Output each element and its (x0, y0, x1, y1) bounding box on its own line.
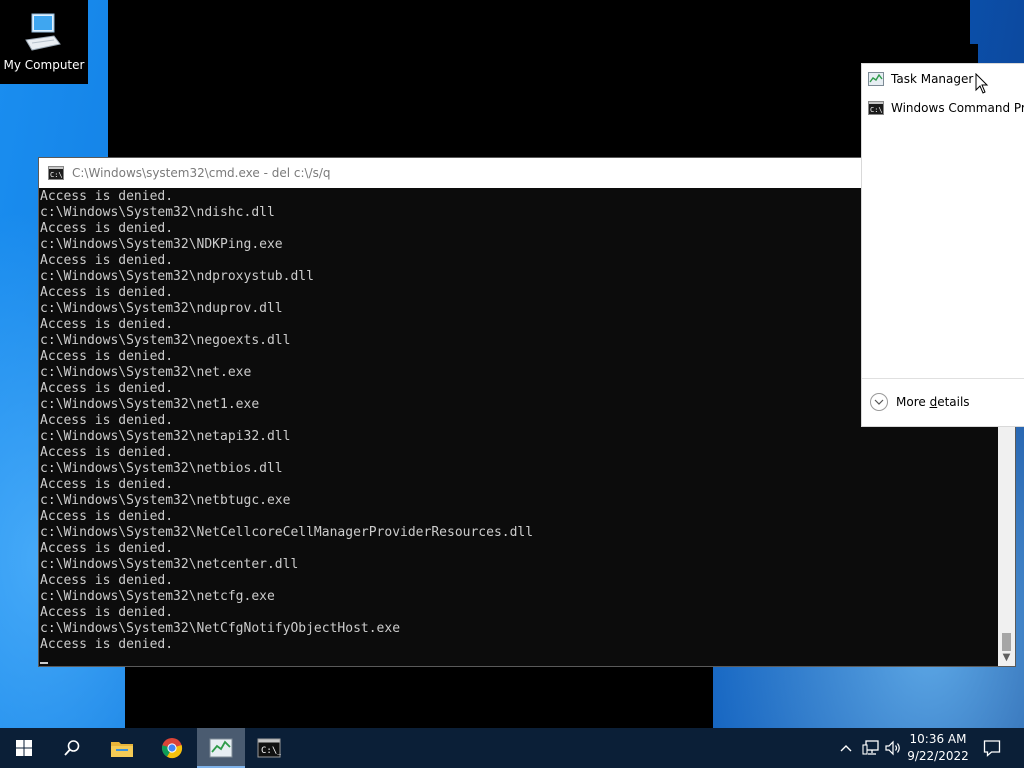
black-artifact-main (108, 44, 978, 158)
cmd-icon: C:\ (868, 101, 884, 115)
console-line: c:\Windows\System32\netcfg.exe (40, 589, 275, 604)
black-artifact-bottom (125, 667, 713, 728)
console-line: Access is denied. (40, 349, 174, 364)
chrome-button[interactable] (148, 728, 196, 768)
scroll-down-arrow-icon[interactable]: ▼ (998, 649, 1015, 666)
tm-item-task-manager[interactable]: Task Manager (868, 68, 973, 90)
console-line: Access is denied. (40, 189, 174, 204)
search-icon (64, 740, 80, 756)
start-icon (16, 740, 32, 756)
console-line: Access is denied. (40, 573, 174, 588)
console-line: Access is denied. (40, 445, 174, 460)
network-icon (862, 740, 879, 755)
clock-time: 10:36 AM (909, 732, 967, 746)
console-line: c:\Windows\System32\NDKPing.exe (40, 237, 283, 252)
task-manager-icon (868, 72, 884, 86)
tm-item-label: Windows Command Proc (891, 101, 1024, 115)
volume-tray-button[interactable] (883, 728, 903, 768)
cmd-icon: C:\ (48, 166, 64, 180)
console-line: Access is denied. (40, 317, 174, 332)
svg-text:C:\_: C:\_ (261, 746, 281, 756)
computer-icon (25, 13, 61, 51)
console-line: Access is denied. (40, 637, 174, 652)
tm-divider (862, 378, 1024, 379)
show-hidden-icons-button[interactable] (838, 728, 854, 768)
cmd-title: C:\Windows\system32\cmd.exe - del c:\/s/… (72, 166, 331, 180)
console-line: c:\Windows\System32\ndproxystub.dll (40, 269, 314, 284)
my-computer-desktop-icon[interactable]: My Computer (0, 0, 88, 84)
console-line: c:\Windows\System32\NetCellcoreCellManag… (40, 525, 534, 540)
console-line: c:\Windows\System32\nduprov.dll (40, 301, 283, 316)
black-artifact-top-left (143, 0, 970, 44)
console-line: c:\Windows\System32\net.exe (40, 365, 252, 380)
file-explorer-button[interactable] (98, 728, 146, 768)
console-line: c:\Windows\System32\ndishc.dll (40, 205, 275, 220)
clock-date: 9/22/2022 (907, 749, 969, 763)
taskbar: C:\_ 10:36 AM 9/22/2022 (0, 728, 1024, 768)
svg-text:C:\: C:\ (50, 171, 63, 179)
console-line: c:\Windows\System32\negoexts.dll (40, 333, 291, 348)
chrome-icon (161, 738, 183, 759)
console-line: Access is denied. (40, 253, 174, 268)
volume-icon (885, 740, 900, 756)
console-line: Access is denied. (40, 509, 174, 524)
console-line: c:\Windows\System32\netbios.dll (40, 461, 283, 476)
console-line: c:\Windows\System32\NetCfgNotifyObjectHo… (40, 621, 401, 636)
my-computer-label: My Computer (3, 58, 85, 72)
svg-text:C:\: C:\ (870, 106, 883, 114)
console-line: c:\Windows\System32\netcenter.dll (40, 557, 299, 572)
notification-icon (983, 740, 1001, 757)
console-line: Access is denied. (40, 381, 174, 396)
console-line: Access is denied. (40, 221, 174, 236)
start-button[interactable] (0, 728, 48, 768)
console-line: Access is denied. (40, 605, 174, 620)
console-line: Access is denied. (40, 541, 174, 556)
more-details-button[interactable]: More details (870, 393, 970, 411)
task-manager-taskbar-button[interactable] (197, 728, 245, 768)
chevron-up-icon (840, 745, 852, 752)
task-manager-window[interactable]: Task Manager C:\ Windows Command Proc Mo… (861, 63, 1024, 427)
console-line: c:\Windows\System32\netapi32.dll (40, 429, 291, 444)
console-line: Access is denied. (40, 413, 174, 428)
console-line: Access is denied. (40, 477, 174, 492)
console-output[interactable]: Access is denied. c:\Windows\System32\ndi… (39, 188, 998, 666)
more-details-label: More details (896, 395, 970, 409)
console-line: c:\Windows\System32\net1.exe (40, 397, 260, 412)
notifications-button[interactable] (978, 728, 1006, 768)
cmd-icon: C:\_ (257, 738, 281, 758)
network-tray-button[interactable] (861, 728, 881, 768)
tm-item-cmd[interactable]: C:\ Windows Command Proc (868, 97, 1024, 119)
cmd-taskbar-button[interactable]: C:\_ (245, 728, 293, 768)
search-button[interactable] (48, 728, 96, 768)
clock[interactable]: 10:36 AM 9/22/2022 (905, 731, 971, 765)
tm-item-label: Task Manager (891, 72, 974, 86)
console-line: Access is denied. (40, 285, 174, 300)
mouse-pointer-icon (975, 73, 989, 94)
console-cursor (40, 662, 48, 664)
file-explorer-icon (111, 742, 133, 757)
chevron-down-icon (870, 393, 888, 411)
task-manager-icon (209, 738, 233, 758)
console-line: c:\Windows\System32\netbtugc.exe (40, 493, 291, 508)
